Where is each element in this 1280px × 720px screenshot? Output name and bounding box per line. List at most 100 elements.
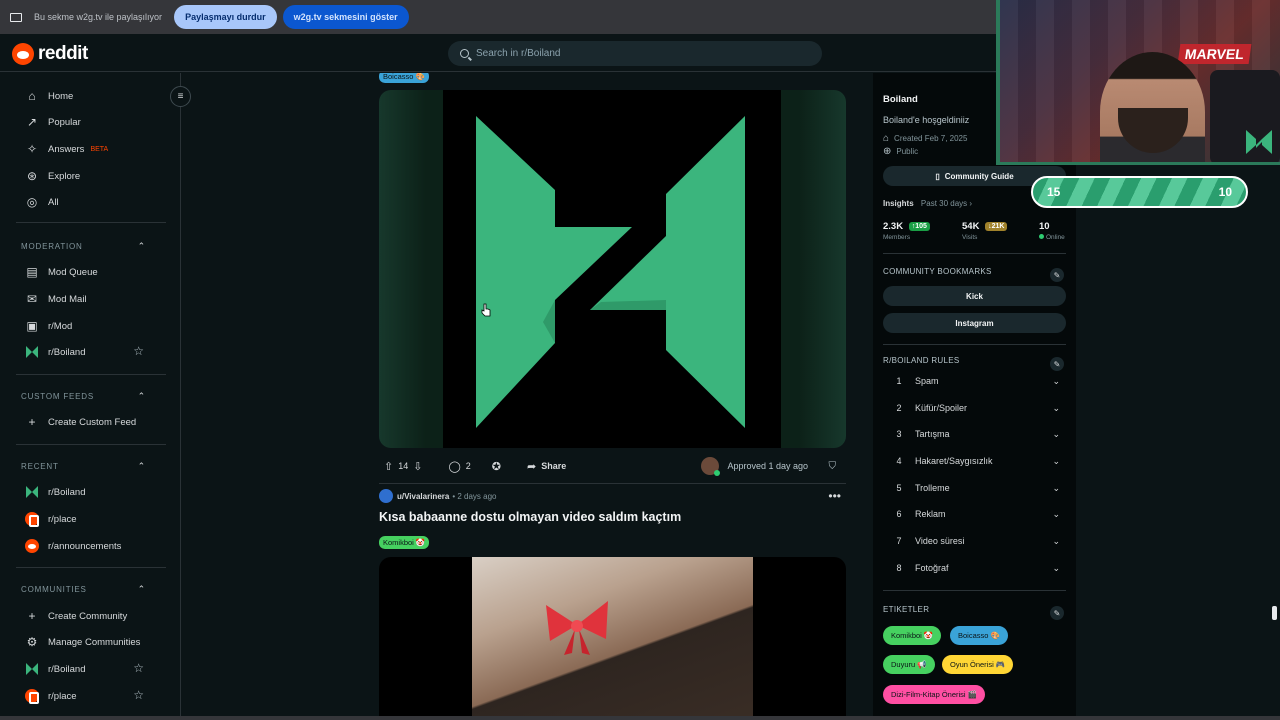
sidebar-item-label: Create Community [48,610,128,622]
tags-header: ETIKETLER [883,605,930,614]
bookmark-instagram-button[interactable]: Instagram [883,313,1066,333]
announcements-avatar [25,539,39,553]
post-title[interactable]: Kısa babaanne dostu olmayan video saldım… [379,510,681,524]
tag-dizi-film-kitap[interactable]: Dizi-Film-Kitap Önerisi 🎬 [883,685,986,704]
chevron-up-icon: ⌃ [137,584,146,594]
share-button[interactable]: ➦ Share [522,460,566,473]
chevron-up-icon: ⌃ [137,461,146,471]
comments-button[interactable]: ◯ 2 [443,460,470,473]
rule-item[interactable]: 7 Video süresi ⌄ [883,531,1066,551]
stop-sharing-button[interactable]: Paylaşmayı durdur [174,5,277,29]
post-author[interactable]: u/Vivalarinera [397,492,449,501]
sidebar-item-mod-mail[interactable]: ✉ Mod Mail [16,287,166,311]
star-icon[interactable]: ☆ [133,344,144,358]
downvote-icon[interactable]: ⇩ [413,460,422,473]
sidebar-item-label: r/announcements [48,540,122,552]
boiland-avatar [25,345,39,359]
sidebar-item-r-mod[interactable]: ▣ r/Mod [16,314,166,338]
rule-label: Video süresi [915,536,965,546]
star-icon[interactable]: ☆ [133,688,144,702]
rule-item[interactable]: 4 Hakaret/Saygısızlık ⌄ [883,451,1066,471]
sidebar-item-home[interactable]: ⌂ Home [16,84,166,108]
sidebar-divider [16,374,166,375]
members-stat: 2.3K ↑105 Members [883,221,930,241]
tag-komikboi[interactable]: Komikboi 🤡 [883,626,942,645]
post-image[interactable] [379,557,846,720]
manage-communities-button[interactable]: ⚙ Manage Communities [16,630,166,654]
sidebar-item-all[interactable]: ◎ All [16,190,166,214]
user-avatar[interactable] [379,489,393,503]
upvote-icon[interactable]: ⇧ [384,460,393,473]
sidebar-item-community-place[interactable]: r/place ☆ [16,684,166,708]
tag-boicasso[interactable]: Boicasso 🎨 [950,626,1008,645]
sidebar-item-popular[interactable]: ↗ Popular [16,110,166,134]
sidebar-item-recent-boiland[interactable]: r/Boiland [16,480,166,504]
communities-section-header[interactable]: COMMUNITIES ⌃ [21,584,146,594]
sidebar-item-label: Create Custom Feed [48,416,137,428]
insights-period: Past 30 days › [920,199,973,208]
answers-icon: ✧ [26,142,38,156]
chevron-down-icon: ⌄ [1052,562,1060,573]
edit-tags-icon[interactable]: ✎ [1050,606,1064,620]
sidebar-item-label: Answers [48,143,85,155]
custom-feeds-section-header[interactable]: CUSTOM FEEDS ⌃ [21,391,146,401]
tag-oyun-onerisi[interactable]: Oyun Önerisi 🎮 [942,655,1014,674]
search-input[interactable]: Search in r/Boiland [448,41,822,66]
sidebar-divider [16,444,166,445]
mod-mail-icon: ✉ [26,292,38,306]
place-avatar [25,689,39,704]
more-options-icon[interactable]: ••• [828,489,841,503]
edit-rules-icon[interactable]: ✎ [1050,357,1064,371]
rule-item[interactable]: 1 Spam ⌄ [883,371,1066,391]
sidebar-item-recent-announcements[interactable]: r/announcements [16,534,166,558]
post-flair[interactable]: Komikboi 🤡 [379,536,430,549]
hand-cursor-icon [481,303,491,317]
sidebar-item-explore[interactable]: ⊛ Explore [16,164,166,188]
rule-item[interactable]: 6 Reklam ⌄ [883,504,1066,524]
bookmark-kick-button[interactable]: Kick [883,286,1066,306]
post-flair[interactable]: Boicasso 🎨 [379,73,429,83]
sidebar-item-answers[interactable]: ✧ Answers BETA [16,137,166,161]
rule-item[interactable]: 8 Fotoğraf ⌄ [883,558,1066,578]
star-icon[interactable]: ☆ [133,661,144,675]
mod-shield-icon[interactable]: ⛉ [829,461,837,472]
rule-item[interactable]: 3 Tartışma ⌄ [883,424,1066,444]
rule-item[interactable]: 2 Küfür/Spoiler ⌄ [883,398,1066,418]
post-image[interactable] [379,90,846,448]
edit-bookmarks-icon[interactable]: ✎ [1050,268,1064,282]
members-label: Members [883,234,911,241]
reddit-wordmark: reddit [38,43,88,64]
award-button[interactable]: ✪ [487,460,506,473]
sidebar-item-label: All [48,196,59,208]
reddit-logo[interactable]: reddit [12,43,88,65]
members-delta: ↑105 [908,222,930,231]
rule-item[interactable]: 5 Trolleme ⌄ [883,478,1066,498]
share-icon: ➦ [527,460,537,473]
boiland-logo-image [443,90,781,448]
rule-label: Reklam [915,509,946,519]
post-time: • 2 days ago [452,491,497,501]
online-stat: 10 Online [1039,221,1065,241]
sidebar-item-recent-place[interactable]: r/place [16,507,166,531]
tag-duyuru[interactable]: Duyuru 📢 [883,655,935,674]
show-tab-button[interactable]: w2g.tv sekmesini göster [282,5,409,29]
create-custom-feed-button[interactable]: + Create Custom Feed [16,410,166,434]
sidebar-item-mod-queue[interactable]: ▤ Mod Queue [16,260,166,284]
moderation-section-header[interactable]: MODERATION ⌃ [21,241,146,251]
sidebar-item-label: Mod Queue [48,266,98,278]
created-text: Created Feb 7, 2025 [894,134,968,143]
sidebar-collapse-button[interactable]: ≡ [170,86,191,107]
insights-header[interactable]: Insights Past 30 days › [883,199,972,208]
sidebar-item-community-boiland[interactable]: r/Boiland ☆ [16,657,166,681]
recent-section-header[interactable]: RECENT ⌃ [21,461,146,471]
visits-label: Visits [962,234,978,241]
sidebar-item-mod-boiland[interactable]: r/Boiland ☆ [16,340,166,364]
mod-queue-icon: ▤ [26,265,38,279]
online-dot [1039,234,1044,239]
comment-icon: ◯ [448,460,461,473]
scrollbar-thumb[interactable] [1272,606,1277,620]
create-community-button[interactable]: + Create Community [16,604,166,628]
sidebar-item-label: r/place [48,513,77,525]
popular-icon: ↗ [26,115,38,129]
visits-value: 54K [962,221,980,232]
